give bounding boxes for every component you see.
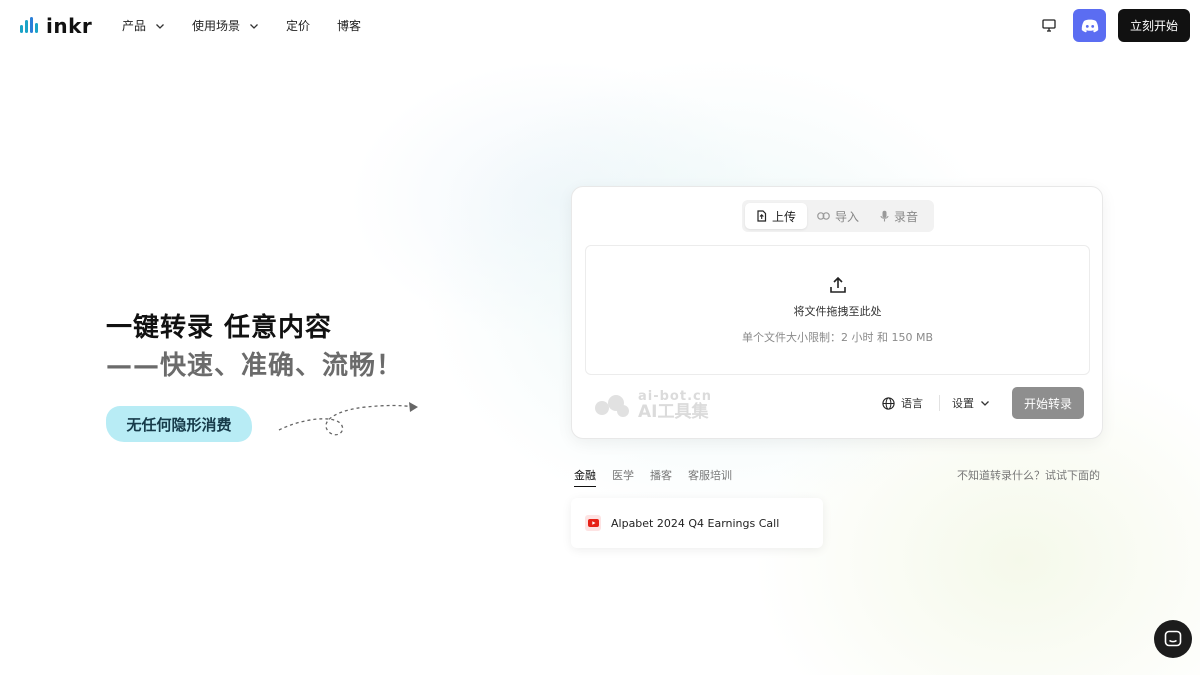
example-categories: 金融 医学 播客 客服培训 xyxy=(574,467,732,487)
example-item[interactable]: Alpabet 2024 Q4 Earnings Call xyxy=(571,498,823,548)
logo[interactable]: inkr xyxy=(20,14,92,38)
chat-icon xyxy=(1164,630,1182,647)
try-examples-hint: 不知道转录什么？试试下面的 xyxy=(957,469,1100,482)
divider xyxy=(939,395,940,411)
tab-label: 导入 xyxy=(834,209,859,224)
watermark: ai-bot.cn AI工具集 xyxy=(590,390,712,421)
curly-arrow-icon xyxy=(278,402,418,436)
settings-dropdown[interactable]: 设置 xyxy=(952,395,990,411)
upload-card: 上传 导入 录音 将文件拖拽至此处 单个文件大小限制：2 小时 和 150 MB… xyxy=(571,186,1103,439)
nav-label: 使用场景 xyxy=(192,19,241,33)
category-finance[interactable]: 金融 xyxy=(574,467,596,487)
language-label: 语言 xyxy=(901,397,923,410)
category-podcast[interactable]: 播客 xyxy=(650,467,672,487)
globe-icon xyxy=(882,396,895,410)
category-customer-service[interactable]: 客服培训 xyxy=(688,467,732,487)
file-upload-icon xyxy=(757,210,767,222)
nav-item-pricing[interactable]: 定价 xyxy=(286,17,310,34)
chevron-down-icon xyxy=(156,23,164,29)
category-medical[interactable]: 医学 xyxy=(612,467,634,487)
nav-item-blog[interactable]: 博客 xyxy=(337,17,361,34)
nav-label: 产品 xyxy=(122,19,147,33)
drop-zone-label: 将文件拖拽至此处 xyxy=(793,305,882,318)
tab-label: 录音 xyxy=(893,209,918,224)
nav-label: 定价 xyxy=(286,19,311,33)
main-nav: 产品 使用场景 定价 博客 xyxy=(122,17,388,34)
chevron-down-icon xyxy=(250,23,258,29)
example-title: Alpabet 2024 Q4 Earnings Call xyxy=(611,516,780,530)
logo-wave-icon xyxy=(20,17,42,35)
tab-import[interactable]: 导入 xyxy=(807,203,869,229)
settings-label: 设置 xyxy=(952,397,974,410)
language-selector[interactable]: 语言 xyxy=(882,395,923,411)
hero-title: 一键转录 任意内容 xyxy=(106,313,333,343)
start-transcription-button[interactable]: 开始转录 xyxy=(1012,387,1084,419)
upload-icon xyxy=(829,276,846,293)
hero-section: 一键转录 任意内容 ——快速、准确、流畅！ 无任何隐形消费 xyxy=(106,310,418,442)
card-footer: 语言 设置 开始转录 xyxy=(882,387,1084,419)
tab-label: 上传 xyxy=(771,209,796,224)
file-limit-hint: 单个文件大小限制：2 小时 和 150 MB xyxy=(741,331,934,344)
mic-icon xyxy=(880,210,889,222)
link-icon xyxy=(817,212,830,220)
chat-support-button[interactable] xyxy=(1154,620,1192,658)
file-drop-zone[interactable]: 将文件拖拽至此处 单个文件大小限制：2 小时 和 150 MB xyxy=(585,245,1090,375)
nav-item-use-cases[interactable]: 使用场景 xyxy=(192,17,259,34)
input-mode-tabs: 上传 导入 录音 xyxy=(742,200,934,232)
youtube-icon xyxy=(585,515,601,531)
tab-record[interactable]: 录音 xyxy=(869,203,929,229)
start-now-button[interactable]: 立刻开始 xyxy=(1118,9,1190,42)
chevron-down-icon xyxy=(981,401,989,406)
nav-label: 博客 xyxy=(337,19,362,33)
nav-item-products[interactable]: 产品 xyxy=(122,17,165,34)
header-actions: 立刻开始 xyxy=(1039,9,1190,42)
monitor-icon[interactable] xyxy=(1039,16,1059,36)
hero-subtitle: ——快速、准确、流畅！ xyxy=(106,351,404,381)
top-header: inkr 产品 使用场景 定价 博客 立刻开始 xyxy=(0,0,1200,50)
discord-button[interactable] xyxy=(1073,9,1106,42)
no-hidden-fees-badge: 无任何隐形消费 xyxy=(106,406,252,442)
watermark-name: AI工具集 xyxy=(638,402,709,422)
discord-icon xyxy=(1081,19,1098,32)
watermark-logo-icon xyxy=(595,394,629,417)
logo-text: inkr xyxy=(46,14,93,38)
tab-upload[interactable]: 上传 xyxy=(745,203,807,229)
